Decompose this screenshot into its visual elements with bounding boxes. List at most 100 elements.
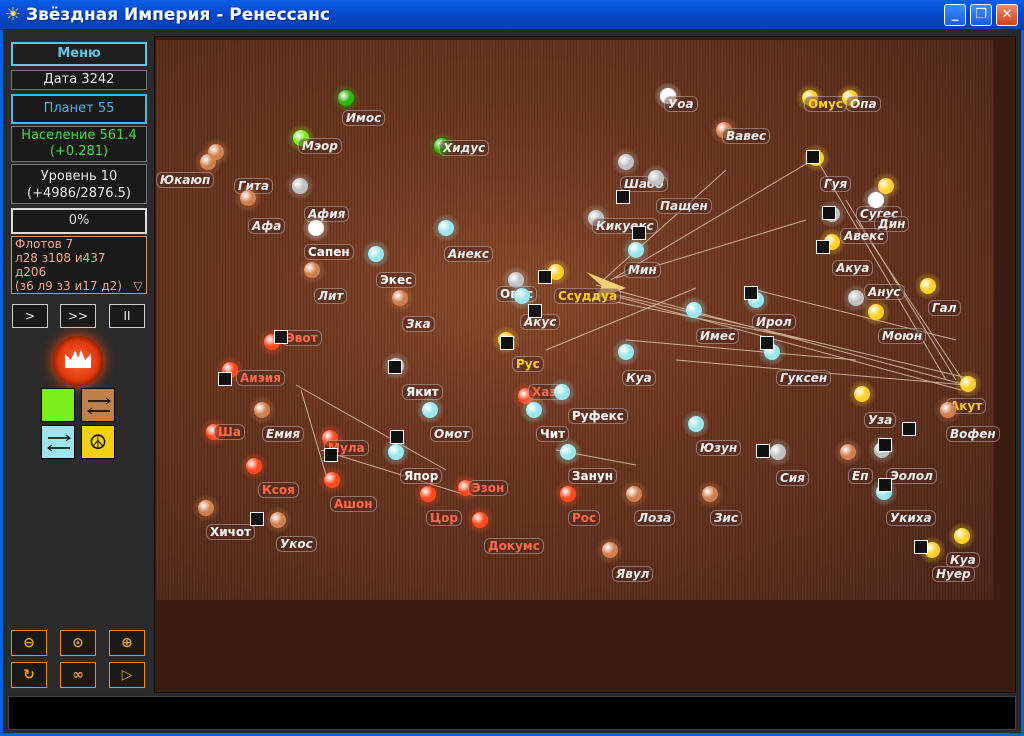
planet-label[interactable]: Гуксен [776, 370, 832, 386]
planet-label[interactable]: Зис [710, 510, 743, 526]
zoom-fit-button[interactable]: ⊙ [60, 630, 96, 656]
planet[interactable] [702, 486, 718, 502]
fleet-marker[interactable] [878, 478, 892, 492]
planet[interactable] [618, 154, 634, 170]
green-tile[interactable] [41, 388, 75, 422]
planet-label[interactable]: Гуя [820, 176, 852, 192]
fleet-marker[interactable] [914, 540, 928, 554]
planet[interactable] [254, 402, 270, 418]
planet-label[interactable]: Докумс [484, 538, 544, 554]
fleet-marker[interactable] [324, 448, 338, 462]
planet-label[interactable]: Опа [846, 96, 881, 112]
fleet-marker[interactable] [616, 190, 630, 204]
planet[interactable] [554, 384, 570, 400]
planet-label[interactable]: Хидус [439, 140, 490, 156]
zoom-out-button[interactable]: ⊖ [11, 630, 47, 656]
planet-label[interactable]: Афа [248, 218, 286, 234]
planet-label[interactable]: Пащен [656, 198, 712, 214]
fleet-marker[interactable] [756, 444, 770, 458]
planet-label[interactable]: Явул [612, 566, 654, 582]
planet-label[interactable]: Эзон [468, 480, 509, 496]
fleet-marker[interactable] [760, 336, 774, 350]
fleet-marker[interactable] [274, 330, 288, 344]
planet[interactable] [270, 512, 286, 528]
swap-arrows-tile[interactable] [41, 425, 75, 459]
fleet-marker[interactable] [528, 304, 542, 318]
planet[interactable] [240, 190, 256, 206]
planet[interactable] [602, 542, 618, 558]
planet[interactable] [840, 444, 856, 460]
pause-button[interactable]: II [109, 304, 145, 328]
infinity-button[interactable]: ∞ [60, 662, 96, 688]
planet[interactable] [960, 376, 976, 392]
speed-fast-button[interactable]: >> [60, 304, 96, 328]
planet[interactable] [422, 402, 438, 418]
planet-label[interactable]: Сия [776, 470, 809, 486]
planet-label[interactable]: Ашон [330, 496, 377, 512]
planet-label[interactable]: Хичот [206, 524, 256, 540]
planet-label[interactable]: Гал [928, 300, 961, 316]
planet-label[interactable]: Ссуддуа [554, 288, 622, 304]
planet-label[interactable]: Ксоя [258, 482, 299, 498]
planet[interactable] [560, 486, 576, 502]
planet[interactable] [338, 90, 354, 106]
planet-label[interactable]: Рос [568, 510, 601, 526]
fleet-list[interactable]: Флотов 7 л28 з108 и437 д206 (з6 л9 з3 и1… [11, 236, 147, 294]
planet-label[interactable]: Имос [342, 110, 386, 126]
planet[interactable] [526, 402, 542, 418]
planet-label[interactable]: Укиха [886, 510, 936, 526]
planet[interactable] [618, 344, 634, 360]
planet-label[interactable]: Кикуекс [592, 218, 658, 234]
planet[interactable] [514, 288, 530, 304]
planet-label[interactable]: Анекс [444, 246, 493, 262]
planet[interactable] [686, 302, 702, 318]
planet[interactable] [868, 192, 884, 208]
galaxy-map[interactable]: ИмосУоаОмусОпаМэорВавесХидусЮкаюпГитаШаб… [156, 40, 1000, 600]
fleet-marker[interactable] [806, 150, 820, 164]
planet-label[interactable]: Рус [512, 356, 544, 372]
planet[interactable] [560, 444, 576, 460]
planet[interactable] [472, 512, 488, 528]
fleet-marker[interactable] [538, 270, 552, 284]
planet[interactable] [392, 290, 408, 306]
fleet-marker[interactable] [500, 336, 514, 350]
planet-label[interactable]: Вофен [946, 426, 1000, 442]
planets-count-button[interactable]: Планет 55 [11, 94, 147, 124]
fleet-marker[interactable] [902, 422, 916, 436]
peace-tile[interactable]: ☮ [81, 425, 115, 459]
planet[interactable] [954, 528, 970, 544]
speed-normal-button[interactable]: > [12, 304, 48, 328]
fleet-marker[interactable] [632, 226, 646, 240]
planet[interactable] [854, 386, 870, 402]
planet-label[interactable]: Уоа [664, 96, 698, 112]
planet-label[interactable]: Мэор [298, 138, 342, 154]
planet[interactable] [324, 472, 340, 488]
planet[interactable] [388, 444, 404, 460]
fleet-marker[interactable] [822, 206, 836, 220]
planet-label[interactable]: Лит [314, 288, 348, 304]
close-button[interactable]: ✕ [996, 4, 1018, 26]
planet-label[interactable]: Анус [864, 284, 905, 300]
empire-emblem[interactable] [53, 336, 103, 386]
planet[interactable] [308, 220, 324, 236]
planet[interactable] [200, 154, 216, 170]
planet[interactable] [920, 278, 936, 294]
planet[interactable] [868, 304, 884, 320]
planet-label[interactable]: Юзун [696, 440, 742, 456]
planet-label[interactable]: Имес [696, 328, 740, 344]
planet-label[interactable]: Укос [276, 536, 317, 552]
planet[interactable] [304, 262, 320, 278]
planet-label[interactable]: Емия [262, 426, 305, 442]
trade-arrows-tile[interactable] [81, 388, 115, 422]
planet[interactable] [628, 242, 644, 258]
planet[interactable] [292, 178, 308, 194]
planet[interactable] [246, 458, 262, 474]
refresh-button[interactable]: ↻ [11, 662, 47, 688]
planet[interactable] [438, 220, 454, 236]
planet-label[interactable]: Омот [430, 426, 474, 442]
fleet-marker[interactable] [816, 240, 830, 254]
planet-label[interactable]: Нуер [932, 566, 975, 582]
planet[interactable] [648, 170, 664, 186]
planet[interactable] [688, 416, 704, 432]
fleet-marker[interactable] [744, 286, 758, 300]
